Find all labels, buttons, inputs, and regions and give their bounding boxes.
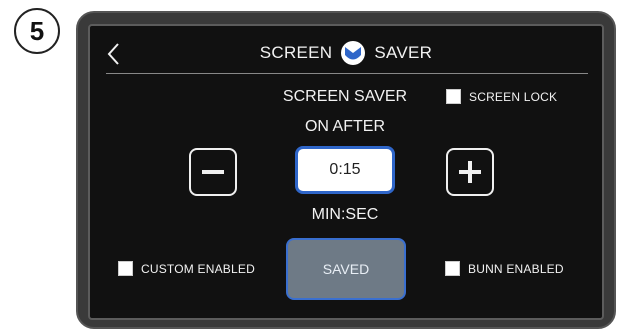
custom-enabled-option[interactable]: CUSTOM ENABLED (118, 261, 255, 276)
plus-icon (459, 161, 481, 183)
bunn-enabled-option[interactable]: BUNN ENABLED (445, 261, 564, 276)
header-divider (106, 73, 588, 74)
screen-saver-screen: SCREEN SAVER SCREEN SAVER ON AFTER SCREE… (88, 24, 604, 320)
on-after-label: ON AFTER (304, 118, 385, 135)
custom-enabled-checkbox[interactable] (118, 261, 133, 276)
bunn-shield-logo-icon (341, 41, 366, 65)
bunn-enabled-label: BUNN ENABLED (468, 261, 564, 276)
screen-lock-checkbox[interactable] (446, 89, 461, 104)
min-sec-label: MIN:SEC (311, 206, 379, 223)
step-number: 5 (29, 15, 45, 46)
page-title: SCREEN SAVER (90, 40, 602, 66)
step-number-badge: 5 (14, 8, 60, 54)
title-left: SCREEN (259, 43, 333, 62)
screen-lock-option[interactable]: SCREEN LOCK (446, 89, 557, 104)
screen-saver-time-field[interactable]: 0:15 (295, 146, 395, 194)
saved-button-label: SAVED (322, 261, 370, 277)
saved-button[interactable]: SAVED (286, 238, 406, 300)
title-right: SAVER (374, 43, 433, 62)
increment-button[interactable] (446, 148, 494, 196)
screen-saver-label: SCREEN SAVER (282, 88, 408, 105)
decrement-button[interactable] (189, 148, 237, 196)
screen-lock-label: SCREEN LOCK (469, 89, 558, 104)
screen-saver-time-value: 0:15 (329, 161, 361, 178)
bunn-enabled-checkbox[interactable] (445, 261, 460, 276)
minus-icon (202, 170, 224, 174)
custom-enabled-label: CUSTOM ENABLED (141, 261, 255, 276)
